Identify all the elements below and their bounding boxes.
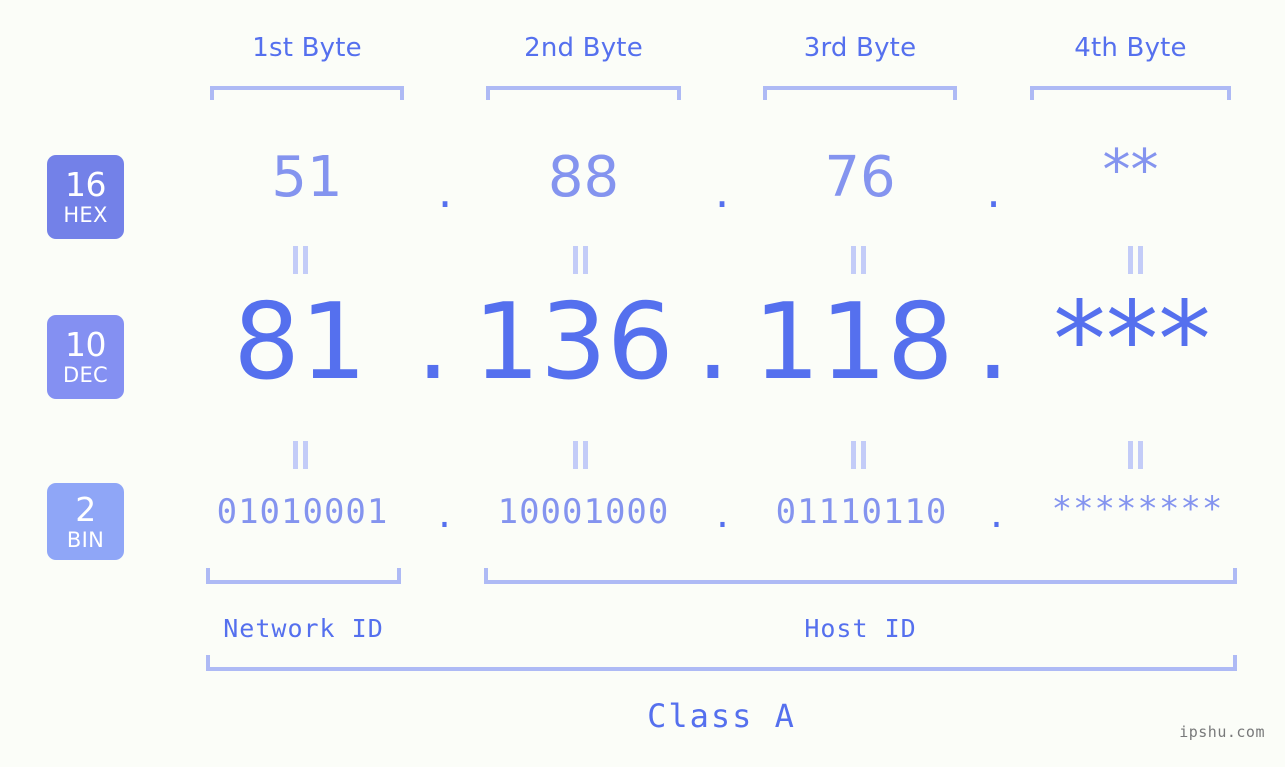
equals-icon-hex-dec-3 xyxy=(851,246,867,274)
bin-value-byte-2: 10001000 xyxy=(497,492,670,532)
hex-separator-3: . xyxy=(986,164,1001,218)
bin-separator-3: . xyxy=(986,496,1008,536)
byte-header-1: 1st Byte xyxy=(252,33,362,63)
hex-value-byte-2: 88 xyxy=(547,145,620,210)
bin-separator-1: . xyxy=(434,496,456,536)
radix-badge-bin-number: 2 xyxy=(75,489,96,529)
class-bracket xyxy=(206,655,1237,671)
byte-bracket-4 xyxy=(1030,86,1231,100)
hex-separator-2: . xyxy=(714,164,730,218)
radix-badge-hex-number: 16 xyxy=(65,165,107,204)
dec-value-byte-4: *** xyxy=(1053,279,1211,401)
byte-bracket-1 xyxy=(210,86,404,100)
watermark: ipshu.com xyxy=(1179,723,1265,741)
radix-badge-dec-number: 10 xyxy=(65,325,107,364)
network-id-bracket xyxy=(206,568,401,584)
equals-icon-hex-dec-2 xyxy=(573,246,589,274)
radix-badge-bin-abbr: BIN xyxy=(66,527,105,552)
host-id-label: Host ID xyxy=(804,614,917,643)
radix-badge-bin: 2 BIN xyxy=(47,483,124,560)
bin-separator-2: . xyxy=(712,496,734,536)
bin-value-byte-4: ******** xyxy=(1051,489,1224,529)
byte-bracket-2 xyxy=(486,86,681,100)
radix-badge-dec-abbr: DEC xyxy=(62,363,108,387)
radix-badge-dec: 10 DEC xyxy=(47,315,124,399)
radix-badge-hex-abbr: HEX xyxy=(63,203,108,227)
host-id-bracket xyxy=(484,568,1237,584)
hex-value-byte-1: 51 xyxy=(271,145,343,210)
dec-separator-3: . xyxy=(976,281,1010,403)
radix-badge-hex: 16 HEX xyxy=(47,155,124,239)
equals-icon-hex-dec-1 xyxy=(293,246,309,274)
dec-separator-2: . xyxy=(696,281,730,403)
hex-value-byte-4: ** xyxy=(1102,138,1159,203)
bin-value-byte-1: 01010001 xyxy=(216,492,389,532)
equals-icon-dec-bin-1 xyxy=(293,441,309,469)
equals-icon-hex-dec-4 xyxy=(1128,246,1144,274)
hex-value-byte-3: 76 xyxy=(824,145,896,210)
equals-icon-dec-bin-3 xyxy=(851,441,867,469)
equals-icon-dec-bin-2 xyxy=(573,441,589,469)
network-id-label: Network ID xyxy=(223,614,384,643)
byte-header-4: 4th Byte xyxy=(1074,33,1187,63)
dec-value-byte-2: 136 xyxy=(473,281,674,403)
equals-icon-dec-bin-4 xyxy=(1128,441,1144,469)
hex-separator-1: . xyxy=(437,164,453,218)
dec-value-byte-1: 81 xyxy=(233,281,367,403)
byte-header-3: 3rd Byte xyxy=(803,33,917,63)
bin-value-byte-3: 01110110 xyxy=(775,492,948,532)
byte-bracket-3 xyxy=(763,86,957,100)
dec-value-byte-3: 118 xyxy=(753,281,954,403)
byte-header-2: 2nd Byte xyxy=(524,33,643,63)
class-label: Class A xyxy=(647,697,796,735)
dec-separator-1: . xyxy=(416,281,450,403)
